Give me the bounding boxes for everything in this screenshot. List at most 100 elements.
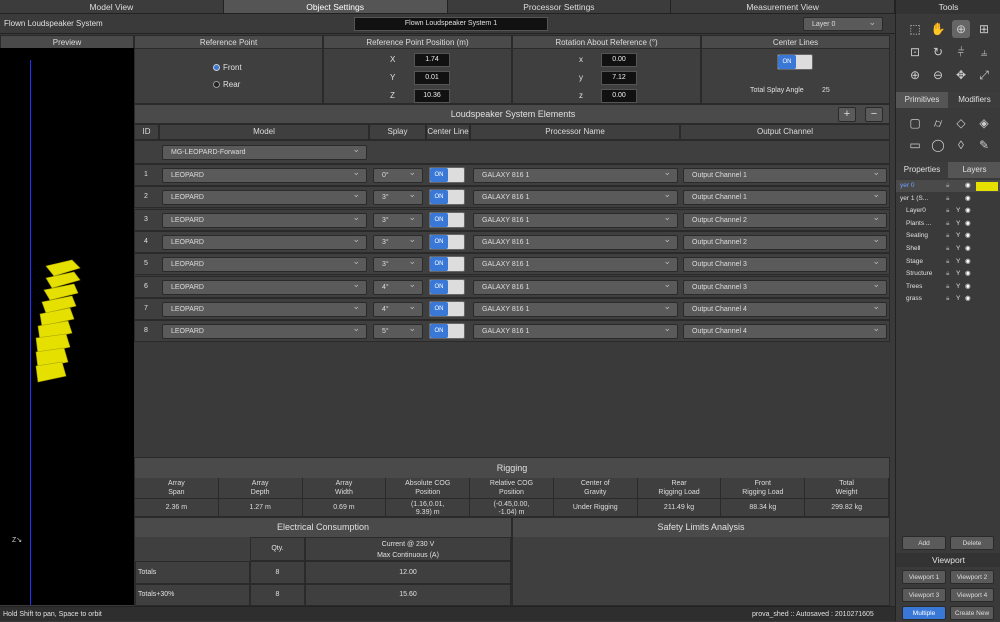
eye-icon[interactable]: ◉ [965, 293, 971, 305]
row-center-line-toggle[interactable]: ON [429, 300, 465, 317]
row-center-line-toggle[interactable]: ON [429, 323, 465, 340]
layer-row[interactable]: Layer0 🔒︎ Y ◉ [896, 205, 1000, 217]
row-model-select[interactable]: LEOPARD [162, 322, 367, 340]
row-model-select[interactable]: LEOPARD [162, 211, 367, 228]
layer-row[interactable]: Trees 🔒︎ Y ◉ [896, 281, 1000, 293]
add-element-button[interactable]: + [838, 107, 856, 122]
row-model-select[interactable]: LEOPARD [162, 278, 367, 295]
row-splay-select[interactable]: 4° [373, 278, 423, 295]
lock-icon[interactable]: 🔒︎ [946, 180, 949, 192]
tab-processor-settings[interactable]: Processor Settings [447, 0, 672, 13]
row-output-select[interactable]: Output Channel 4 [683, 300, 887, 317]
select-tool-icon[interactable]: ⬚ [906, 20, 924, 38]
align-tool-icon[interactable]: ⫩ [952, 43, 970, 61]
layer-row[interactable]: grass 🔒︎ Y ◉ [896, 293, 1000, 305]
row-splay-select[interactable]: 0° [373, 166, 423, 183]
pos-x-input[interactable]: 1.74 [414, 53, 450, 67]
scale-tool-icon[interactable]: ⊡ [906, 43, 924, 61]
lock-icon[interactable]: 🔒︎ [946, 218, 949, 230]
pen-primitive-icon[interactable]: ✎ [975, 136, 993, 154]
layer-row[interactable]: Shell 🔒︎ Y ◉ [896, 243, 1000, 255]
row-center-line-toggle[interactable]: ON [429, 233, 465, 250]
pos-y-input[interactable]: 0.01 [414, 71, 450, 85]
box-primitive-icon[interactable]: ▢ [906, 114, 924, 132]
row-model-select[interactable]: LEOPARD [162, 188, 367, 206]
multiple-viewport-button[interactable]: Multiple [902, 606, 946, 620]
row-processor-select[interactable]: GALAXY 816 1 [473, 211, 678, 228]
pos-z-input[interactable]: 10.36 [414, 89, 450, 103]
row-output-select[interactable]: Output Channel 1 [683, 188, 887, 206]
object-name-field[interactable]: Flown Loudspeaker System 1 [354, 17, 548, 31]
eye-icon[interactable]: ◉ [965, 230, 971, 242]
viewport-1-button[interactable]: Viewport 1 [902, 570, 946, 584]
layer-row[interactable]: yer 1 (S... 🔒︎ ◉ [896, 193, 1000, 205]
add-layer-button[interactable]: Add [902, 536, 946, 550]
viewport-3-button[interactable]: Viewport 3 [902, 588, 946, 602]
delete-layer-button[interactable]: Delete [950, 536, 994, 550]
wedge-primitive-icon[interactable]: ◇ [952, 114, 970, 132]
orbit-tool-icon[interactable]: ⊕ [952, 20, 970, 38]
row-center-line-toggle[interactable]: ON [429, 211, 465, 228]
front-radio[interactable]: Front [213, 63, 242, 72]
eye-icon[interactable]: ◉ [965, 243, 971, 255]
row-processor-select[interactable]: GALAXY 816 1 [473, 322, 678, 340]
fit-view-icon[interactable]: ⤢ [975, 66, 993, 84]
row-splay-select[interactable]: 3° [373, 211, 423, 228]
lock-icon[interactable]: 🔒︎ [946, 256, 949, 268]
row-splay-select[interactable]: 3° [373, 255, 423, 273]
layer-select[interactable]: Layer 0 [803, 15, 883, 31]
layer-color-swatch[interactable] [976, 182, 998, 191]
row-processor-select[interactable]: GALAXY 816 1 [473, 233, 678, 250]
tab-primitives[interactable]: Primitives [896, 92, 948, 108]
tab-model-view[interactable]: Model View [0, 0, 224, 13]
measure-tool-icon[interactable]: ⊞ [975, 20, 993, 38]
rot-y-input[interactable]: 7.12 [601, 71, 637, 85]
layer-row[interactable]: Plants ... 🔒︎ Y ◉ [896, 218, 1000, 230]
row-center-line-toggle[interactable]: ON [429, 189, 465, 206]
zoom-in-icon[interactable]: ⊕ [906, 66, 924, 84]
row-center-line-toggle[interactable]: ON [429, 167, 465, 183]
create-new-viewport-button[interactable]: Create New [950, 606, 994, 620]
eye-icon[interactable]: ◉ [965, 281, 971, 293]
tab-properties[interactable]: Properties [896, 162, 948, 178]
rear-radio[interactable]: Rear [213, 80, 240, 89]
row-center-line-toggle[interactable]: ON [429, 256, 465, 273]
row-splay-select[interactable]: 5° [373, 322, 423, 340]
row-splay-select[interactable]: 4° [373, 300, 423, 317]
row-output-select[interactable]: Output Channel 3 [683, 255, 887, 273]
rot-x-input[interactable]: 0.00 [601, 53, 637, 67]
center-lines-toggle[interactable]: ON [777, 54, 813, 70]
eye-icon[interactable]: ◉ [965, 218, 971, 230]
distribute-tool-icon[interactable]: ⫨ [975, 43, 993, 61]
row-output-select[interactable]: Output Channel 4 [683, 322, 887, 340]
row-output-select[interactable]: Output Channel 3 [683, 278, 887, 295]
row-processor-select[interactable]: GALAXY 816 1 [473, 278, 678, 295]
model-family-select[interactable]: MG-LEOPARD-Forward [162, 143, 367, 160]
rotate-tool-icon[interactable]: ↻ [929, 43, 947, 61]
preview-viewport[interactable]: Z↘ [0, 48, 134, 605]
row-splay-select[interactable]: 3° [373, 233, 423, 250]
eye-icon[interactable]: ◉ [965, 256, 971, 268]
layer-row[interactable]: Seating 🔒︎ Y ◉ [896, 230, 1000, 242]
tab-layers[interactable]: Layers [948, 162, 1000, 178]
layer-row[interactable]: Structure 🔒︎ Y ◉ [896, 268, 1000, 280]
hand-tool-icon[interactable]: ✋ [929, 20, 947, 38]
ellipse-primitive-icon[interactable]: ◯ [929, 136, 947, 154]
row-output-select[interactable]: Output Channel 2 [683, 211, 887, 228]
row-output-select[interactable]: Output Channel 1 [683, 166, 887, 183]
viewport-4-button[interactable]: Viewport 4 [950, 588, 994, 602]
row-splay-select[interactable]: 3° [373, 188, 423, 206]
row-model-select[interactable]: LEOPARD [162, 166, 367, 183]
row-center-line-toggle[interactable]: ON [429, 278, 465, 295]
tab-modifiers[interactable]: Modifiers [948, 92, 1000, 108]
tab-object-settings[interactable]: Object Settings [223, 0, 448, 13]
viewport-2-button[interactable]: Viewport 2 [950, 570, 994, 584]
move-tool-icon[interactable]: ✥ [952, 66, 970, 84]
eye-icon[interactable]: ◉ [965, 205, 971, 217]
row-model-select[interactable]: LEOPARD [162, 233, 367, 250]
lock-icon[interactable]: 🔒︎ [946, 243, 949, 255]
lock-icon[interactable]: 🔒︎ [946, 268, 949, 280]
rot-z-input[interactable]: 0.00 [601, 89, 637, 103]
lock-icon[interactable]: 🔒︎ [946, 293, 949, 305]
cylinder-primitive-icon[interactable]: ⌭ [929, 114, 947, 132]
